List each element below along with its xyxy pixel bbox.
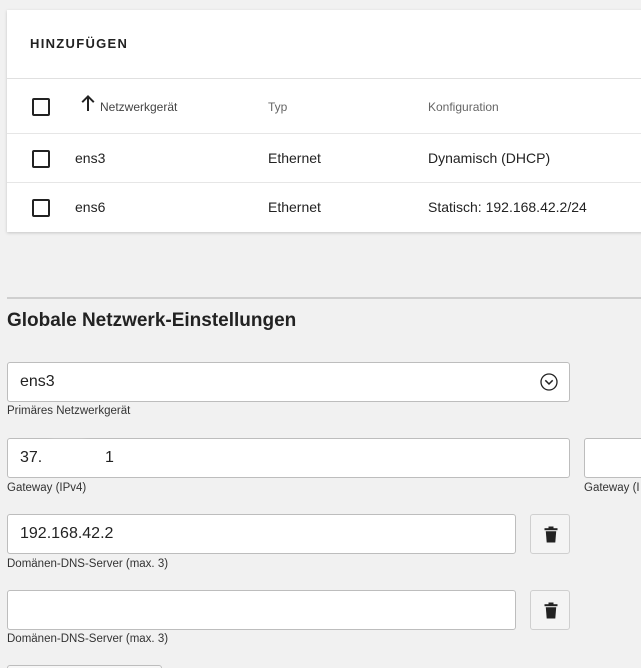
cell-device: ens6: [75, 199, 106, 215]
section-title: Globale Netzwerk-Einstellungen: [7, 310, 297, 331]
column-header-type[interactable]: Typ: [268, 100, 287, 114]
table-header-row: Netzwerkgerät Typ Konfiguration: [7, 79, 641, 134]
dns-server-input[interactable]: 192.168.42.2: [7, 514, 516, 554]
primary-device-select[interactable]: ens3: [7, 362, 570, 402]
primary-device-help: Primäres Netzwerkgerät: [7, 405, 131, 417]
column-header-config[interactable]: Konfiguration: [428, 100, 499, 114]
chevron-down-circle-icon: [540, 373, 558, 391]
gateway-ipv4-help: Gateway (IPv4): [7, 482, 87, 494]
column-header-device-label: Netzwerkgerät: [100, 100, 178, 114]
column-header-device[interactable]: Netzwerkgerät: [80, 94, 177, 114]
cell-config: Statisch: 192.168.42.2/24: [428, 199, 587, 215]
table-row[interactable]: ens3 Ethernet Dynamisch (DHCP): [7, 134, 641, 183]
network-device-table: HINZUFÜGEN Netzwerkgerät Typ Konfigurati…: [7, 10, 641, 232]
row-checkbox[interactable]: [32, 150, 50, 168]
dns-server-help: Domänen-DNS-Server (max. 3): [7, 558, 169, 570]
primary-device-value: ens3: [20, 373, 55, 390]
cell-type: Ethernet: [268, 199, 321, 215]
dns-server-input[interactable]: [7, 590, 516, 630]
row-checkbox[interactable]: [32, 199, 50, 217]
dns-server-help: Domänen-DNS-Server (max. 3): [7, 633, 169, 645]
cell-config: Dynamisch (DHCP): [428, 150, 551, 166]
gateway-ipv4-value-suffix: 1: [105, 449, 114, 466]
gateway-ipv4-input[interactable]: 37. 1: [7, 438, 570, 478]
cell-type: Ethernet: [268, 150, 321, 166]
gateway-ipv6-input[interactable]: [584, 438, 641, 478]
arrow-up-icon: [81, 95, 95, 111]
add-button[interactable]: HINZUFÜGEN: [30, 36, 128, 51]
cell-device: ens3: [75, 150, 106, 166]
delete-dns-button[interactable]: [530, 590, 570, 630]
dns-server-value: 192.168.42.2: [20, 525, 114, 542]
section-divider: [7, 297, 641, 299]
table-toolbar: HINZUFÜGEN: [7, 10, 641, 79]
gateway-ipv4-value-prefix: 37.: [20, 449, 43, 466]
gateway-ipv6-help: Gateway (I: [584, 482, 640, 494]
trash-icon: [544, 602, 558, 619]
trash-icon: [544, 526, 558, 543]
select-all-checkbox[interactable]: [32, 98, 50, 116]
redacted-blur: [43, 441, 93, 467]
delete-dns-button[interactable]: [530, 514, 570, 554]
table-row[interactable]: ens6 Ethernet Statisch: 192.168.42.2/24: [7, 183, 641, 232]
